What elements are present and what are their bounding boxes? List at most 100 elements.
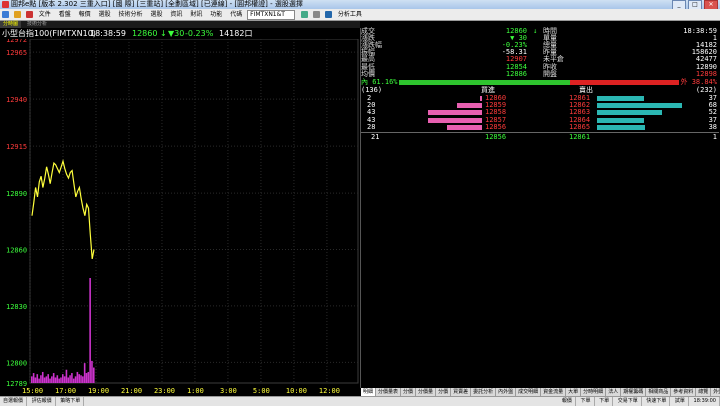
volume-bar <box>45 376 48 383</box>
panel-tab[interactable]: 分時明細 <box>581 388 607 396</box>
intraday-chart[interactable]: 12972 12965 12940 12915 12890 12860 12830 12800… <box>0 39 360 396</box>
volume-bar <box>41 371 44 383</box>
quote-row: 漲跌幅 -0.23% 總量 14182 <box>361 42 719 49</box>
volume-bar <box>34 377 37 383</box>
volume-bar <box>65 369 68 383</box>
y-tick-label: 12940 <box>6 96 27 104</box>
panel-tab[interactable]: 相關商品 <box>646 388 672 396</box>
panel-tab[interactable]: 外盤 <box>711 388 720 396</box>
last-ask: 12861 <box>569 133 591 142</box>
quote-row: 漲跌 ▼ 30 單量 1 <box>361 35 719 42</box>
volume-bar <box>32 373 35 383</box>
y-tick-label: 12972 <box>6 39 27 44</box>
go-icon[interactable] <box>301 11 309 18</box>
panel-divider <box>360 28 361 388</box>
tab-technical[interactable]: 技術分析 <box>24 21 50 28</box>
panel-tab[interactable]: 大單 <box>566 388 582 396</box>
panel-tab[interactable]: 法人 <box>606 388 622 396</box>
ask-depth-bar <box>597 117 644 123</box>
menu-screener[interactable]: 選股 <box>99 9 111 20</box>
symbol-input[interactable]: FIMTXN1&T <box>247 10 296 20</box>
volume-bar <box>61 374 64 383</box>
bid-depth-bar <box>427 110 482 116</box>
panel-tab[interactable]: 買賣差 <box>451 388 472 396</box>
last-bid: 12856 <box>485 133 507 142</box>
panel-tab[interactable]: 分價 <box>401 388 417 396</box>
plot-frame <box>29 39 359 384</box>
menu-file[interactable]: 文件 <box>39 9 51 20</box>
x-tick-label: 21:00 <box>121 387 142 395</box>
volume-bar <box>91 360 93 383</box>
panel-tab[interactable]: 內外盤 <box>496 388 517 396</box>
quote-row: 最低 12854 昨收 12890 <box>361 63 719 71</box>
chart-tab-strip: 分時圖 技術分析 <box>0 21 360 28</box>
quote-value: 18:38:59 <box>683 27 717 35</box>
menu-functions[interactable]: 功能 <box>210 9 222 20</box>
panel-tab[interactable]: 成交明細 <box>516 388 542 396</box>
volume-bar <box>40 375 42 383</box>
volume-bar <box>92 367 95 383</box>
menu-price[interactable]: 報價 <box>79 9 91 20</box>
volume-bar <box>74 376 77 383</box>
header-time: 18:38:59 <box>90 29 126 38</box>
x-tick-label: 10:00 <box>286 387 307 395</box>
panel-tab[interactable]: 資金流量 <box>541 388 567 396</box>
chart-icon[interactable] <box>324 11 332 18</box>
panel-tab[interactable]: 明細 <box>361 388 377 396</box>
volume-bar <box>71 373 73 383</box>
chart-header: 小型台指100(FIMTXN10) 18:38:59 12860 ↓ ▼30 -… <box>0 28 360 39</box>
ask-price: 12865 <box>569 122 591 131</box>
volume-bar <box>56 375 59 383</box>
menu-info[interactable]: 資訊 <box>170 9 182 20</box>
bid-depth-bar <box>456 103 482 108</box>
order-book-row: 20 12859 12862 68 <box>361 102 719 109</box>
bid-qty: 28 <box>367 122 376 131</box>
panel-tab[interactable]: 分價量表 <box>376 388 402 396</box>
panel-tab[interactable]: 分價 <box>436 388 452 396</box>
volume-bar <box>82 376 84 383</box>
folder-icon[interactable] <box>13 11 21 18</box>
y-tick-label: 12890 <box>6 190 27 198</box>
menu-screener-2[interactable]: 選股 <box>150 9 162 20</box>
header-price: 12860 <box>132 29 158 38</box>
panel-tab[interactable]: 分價量 <box>416 388 437 396</box>
menu-quotes[interactable]: 看盤 <box>59 9 71 20</box>
volume-bar <box>67 377 70 383</box>
tab-intraday[interactable]: 分時圖 <box>0 21 22 28</box>
volume-bar <box>72 378 75 383</box>
header-change: ▼30 <box>168 29 185 38</box>
menu-tech-analysis[interactable]: 技術分析 <box>119 9 143 20</box>
toolbar: 文件 看盤 報價 選股 技術分析 選股 資訊 財訊 功能 代碼 FIMTXN1&… <box>0 9 720 21</box>
title-bar: 圓邦e點 [版本 2.302 三重入口] [國 際] [三重站] [全劃區域] … <box>0 0 720 10</box>
x-tick-label: 1:00 <box>187 387 204 395</box>
volume-bar <box>51 376 53 383</box>
panel-tab[interactable]: 委託分析 <box>471 388 497 396</box>
x-tick-label: 3:00 <box>220 387 237 395</box>
panel-tab[interactable]: 參考資料 <box>671 388 697 396</box>
quote-panel: 成交 ↓ 12860 時間 18:38:59 漲跌 ▼ 30 單量 1 漲跌幅 -0.23% 總量 14… <box>360 27 720 388</box>
order-book-row: 28 12856 12865 38 <box>361 122 719 131</box>
alert-icon[interactable] <box>25 11 33 18</box>
menu-finance[interactable]: 財訊 <box>190 9 202 20</box>
menu-analysis-tools[interactable]: 分析工具 <box>338 9 362 20</box>
volume-bar <box>47 374 50 383</box>
ask-depth-bar <box>597 95 644 101</box>
last-qty: 21 <box>371 133 380 142</box>
volume-bar <box>54 377 57 383</box>
panel-tab[interactable]: 期權籌碼 <box>621 388 647 396</box>
ask-depth-bar <box>597 110 663 116</box>
volume-bar <box>49 378 51 383</box>
panel-tab-bar: 明細 分價量表 分價 分價量 分價 買賣差 委託分析 內外盤 成交明細 資金流量 大單 分時明細 法人期… <box>361 388 720 396</box>
window-title: 圓邦e點 [版本 2.302 三重入口] [國 際] [三重站] [全劃區域] … <box>11 0 303 8</box>
home-icon[interactable] <box>2 11 9 18</box>
header-volume: 14182口 <box>219 29 253 38</box>
cursor-icon[interactable] <box>312 11 320 18</box>
volume-bar <box>31 376 33 383</box>
quote-row: 最高 12907 未平倉 42477 <box>361 56 719 63</box>
quote-label: 均價 <box>361 69 375 78</box>
y-tick-label: 12830 <box>6 303 27 311</box>
panel-tab[interactable]: 總覽 <box>696 388 712 396</box>
inside-ratio-label: 內 61.16% <box>361 77 398 86</box>
y-tick-label: 12800 <box>6 359 27 367</box>
menu-code[interactable]: 代碼 <box>230 9 242 20</box>
